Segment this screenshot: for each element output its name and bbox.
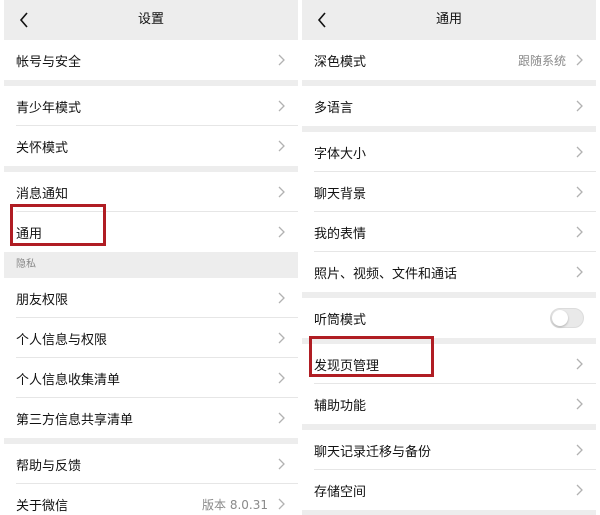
general-item-label: 多语言 (314, 100, 354, 116)
chevron-right-icon (276, 458, 286, 470)
settings-item-label: 个人信息收集清单 (16, 372, 121, 388)
general-item-earpiece-mode: 听筒模式 (302, 298, 596, 338)
settings-item-third-party-list[interactable]: 第三方信息共享清单 (4, 398, 298, 438)
chevron-right-icon (574, 444, 584, 456)
general-item-label: 聊天背景 (314, 186, 367, 202)
settings-item-notifications[interactable]: 消息通知 (4, 172, 298, 212)
settings-item-label: 个人信息与权限 (16, 332, 108, 348)
general-panel: 通用 深色模式 跟随系统 多语言 字体大小 聊天背景 我的表情 照片、视频、文件… (302, 0, 596, 515)
chevron-right-icon (574, 146, 584, 158)
general-item-my-stickers[interactable]: 我的表情 (302, 212, 596, 252)
settings-item-friend-permissions[interactable]: 朋友权限 (4, 278, 298, 318)
earpiece-mode-toggle[interactable] (550, 308, 584, 328)
settings-item-account-security[interactable]: 帐号与安全 (4, 40, 298, 80)
chevron-right-icon (574, 100, 584, 112)
general-item-chat-background[interactable]: 聊天背景 (302, 172, 596, 212)
general-item-chat-migration[interactable]: 聊天记录迁移与备份 (302, 430, 596, 470)
general-item-label: 辅助功能 (314, 398, 367, 414)
settings-item-teen-mode[interactable]: 青少年模式 (4, 86, 298, 126)
general-item-label: 发现页管理 (314, 358, 380, 374)
general-item-label: 字体大小 (314, 146, 367, 162)
settings-item-label: 帮助与反馈 (16, 458, 82, 474)
settings-item-personal-info-list[interactable]: 个人信息收集清单 (4, 358, 298, 398)
chevron-right-icon (276, 292, 286, 304)
general-item-language[interactable]: 多语言 (302, 86, 596, 126)
chevron-right-icon (276, 332, 286, 344)
general-item-label: 深色模式 (314, 54, 367, 70)
dark-mode-value: 跟随系统 (517, 53, 566, 68)
general-item-media-files[interactable]: 照片、视频、文件和通话 (302, 252, 596, 292)
chevron-right-icon (574, 186, 584, 198)
chevron-right-icon (276, 412, 286, 424)
chevron-right-icon (276, 226, 286, 238)
settings-item-general[interactable]: 通用 (4, 212, 298, 252)
settings-item-label: 通用 (16, 226, 43, 242)
general-item-font-size[interactable]: 字体大小 (302, 132, 596, 172)
chevron-right-icon (574, 54, 584, 66)
chevron-left-icon[interactable] (312, 10, 332, 30)
chevron-right-icon (574, 226, 584, 238)
chevron-right-icon (574, 266, 584, 278)
settings-navbar: 设置 (4, 0, 298, 40)
chevron-right-icon (276, 100, 286, 112)
general-item-label: 听筒模式 (314, 312, 367, 328)
settings-panel: 设置 帐号与安全 青少年模式 关怀模式 消息通知 通用 隐私 朋友权限 个人信息… (4, 0, 298, 515)
general-navbar: 通用 (302, 0, 596, 40)
general-item-dark-mode[interactable]: 深色模式 跟随系统 (302, 40, 596, 80)
settings-item-label: 青少年模式 (16, 100, 82, 116)
settings-item-care-mode[interactable]: 关怀模式 (4, 126, 298, 166)
chevron-left-icon[interactable] (14, 10, 34, 30)
chevron-right-icon (276, 140, 286, 152)
settings-item-label: 帐号与安全 (16, 54, 82, 70)
settings-item-label: 第三方信息共享清单 (16, 412, 134, 428)
general-item-storage[interactable]: 存储空间 (302, 470, 596, 510)
version-value: 版本 8.0.31 (202, 497, 268, 512)
toggle-knob (552, 310, 568, 326)
privacy-section-header: 隐私 (4, 252, 298, 278)
settings-item-label: 关于微信 (16, 498, 69, 514)
chevron-right-icon (276, 372, 286, 384)
chevron-right-icon (276, 186, 286, 198)
general-item-label: 存储空间 (314, 484, 367, 500)
chevron-right-icon (574, 358, 584, 370)
settings-item-personal-info-permissions[interactable]: 个人信息与权限 (4, 318, 298, 358)
chevron-right-icon (574, 484, 584, 496)
general-item-accessibility[interactable]: 辅助功能 (302, 384, 596, 424)
settings-item-label: 朋友权限 (16, 292, 69, 308)
general-item-label: 聊天记录迁移与备份 (314, 444, 432, 460)
settings-item-label: 消息通知 (16, 186, 69, 202)
chevron-right-icon (276, 498, 286, 510)
general-item-discover-management[interactable]: 发现页管理 (302, 344, 596, 384)
general-item-label: 我的表情 (314, 226, 367, 242)
page-title: 设置 (137, 12, 164, 27)
chevron-right-icon (276, 54, 286, 66)
chevron-right-icon (574, 398, 584, 410)
general-item-label: 照片、视频、文件和通话 (314, 266, 458, 282)
page-title: 通用 (435, 12, 462, 27)
settings-item-help-feedback[interactable]: 帮助与反馈 (4, 444, 298, 484)
settings-item-label: 关怀模式 (16, 140, 69, 156)
settings-item-about[interactable]: 关于微信 版本 8.0.31 (4, 484, 298, 515)
